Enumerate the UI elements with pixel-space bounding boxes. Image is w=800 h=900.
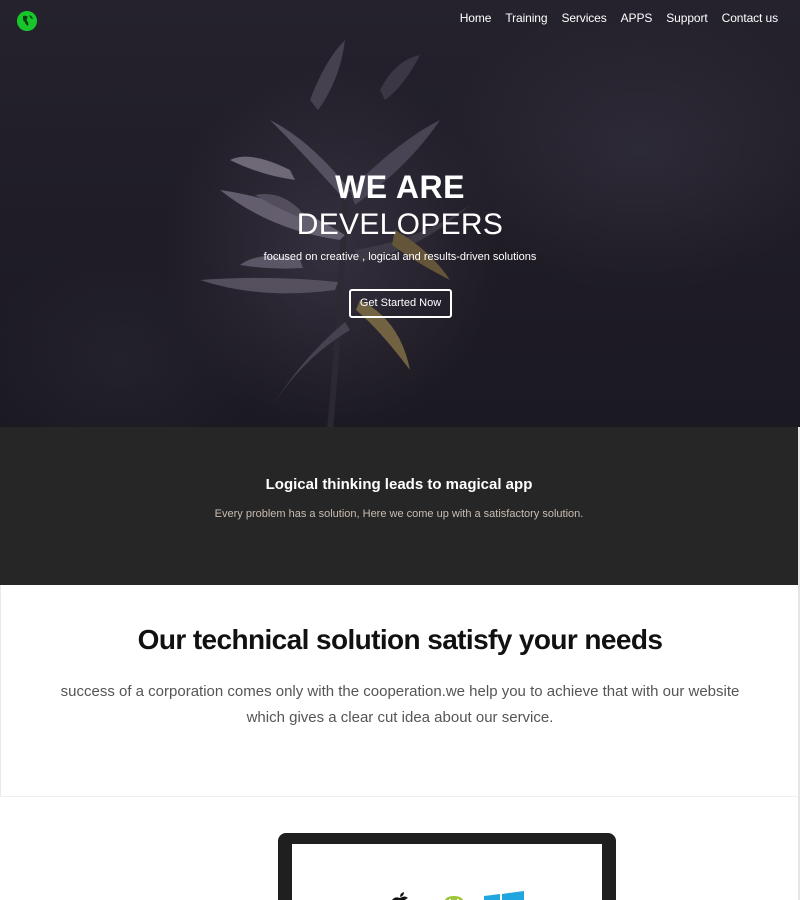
main-nav: Home Training Services APPS Support Cont… — [460, 11, 778, 25]
globe-logo-icon — [17, 11, 37, 31]
windows-icon — [484, 891, 524, 900]
hero-tagline: focused on creative , logical and result… — [263, 251, 537, 263]
nav-home[interactable]: Home — [460, 11, 492, 25]
solution-section: Our technical solution satisfy your need… — [0, 585, 798, 797]
solution-title: Our technical solution satisfy your need… — [137, 624, 663, 655]
get-started-button[interactable]: Get Started Now — [349, 289, 452, 318]
nav-training[interactable]: Training — [505, 11, 547, 25]
hero-section: Home Training Services APPS Support Cont… — [0, 0, 800, 427]
hero-title-line1: WE ARE — [335, 169, 465, 205]
section-divider — [0, 796, 798, 797]
nav-apps[interactable]: APPS — [621, 11, 653, 25]
nav-contact-us[interactable]: Contact us — [722, 11, 778, 25]
apple-icon — [392, 892, 408, 900]
nav-services[interactable]: Services — [561, 11, 606, 25]
laptop-screen — [292, 844, 602, 900]
band-title: Logical thinking leads to magical app — [265, 476, 533, 493]
hero-title-line2: DEVELOPERS — [296, 208, 504, 241]
solution-description: success of a corporation comes only with… — [60, 683, 740, 726]
android-icon — [444, 896, 464, 900]
laptop-mockup — [278, 833, 616, 900]
logo[interactable] — [17, 11, 37, 31]
tagline-band: Logical thinking leads to magical app Ev… — [0, 427, 798, 585]
nav-support[interactable]: Support — [666, 11, 707, 25]
band-subtitle: Every problem has a solution, Here we co… — [214, 508, 584, 520]
